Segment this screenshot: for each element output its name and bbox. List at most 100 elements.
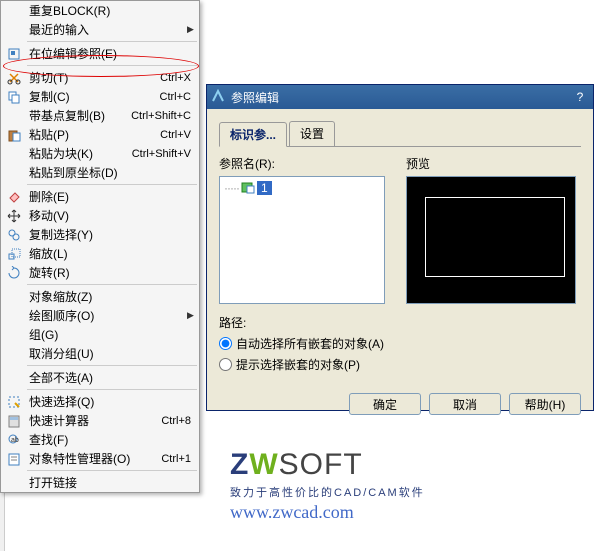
menu-label: 剪切(T): [29, 69, 160, 86]
menu-cut[interactable]: 剪切(T)Ctrl+X: [1, 68, 199, 87]
menu-label: 粘贴(P): [29, 126, 160, 143]
tab-identify-ref[interactable]: 标识参...: [219, 122, 287, 147]
radio-label: 自动选择所有嵌套的对象(A): [236, 335, 384, 352]
menu-find[interactable]: ab 查找(F): [1, 430, 199, 449]
erase-icon: [5, 189, 23, 205]
menu-shortcut: Ctrl+C: [160, 91, 191, 103]
menu-recent-input[interactable]: 最近的输入▶: [1, 20, 199, 39]
menu-shortcut: Ctrl+X: [160, 72, 191, 84]
blank-icon: [5, 346, 23, 362]
blank-icon: [5, 3, 23, 19]
menu-label: 查找(F): [29, 431, 195, 448]
paste-icon: [5, 127, 23, 143]
menu-label: 组(G): [29, 326, 195, 343]
menu-copy-selection[interactable]: 复制选择(Y): [1, 225, 199, 244]
menu-label: 快速选择(Q): [29, 393, 195, 410]
tab-label: 标识参...: [230, 128, 276, 142]
cancel-button[interactable]: 取消: [429, 393, 501, 415]
menu-label: 复制(C): [29, 88, 160, 105]
ok-button[interactable]: 确定: [349, 393, 421, 415]
menu-label: 粘贴为块(K): [29, 145, 132, 162]
logo-tagline: 致力于高性价比的CAD/CAM软件: [230, 484, 425, 500]
submenu-arrow-icon: ▶: [187, 24, 195, 35]
radio-prompt-nested[interactable]: 提示选择嵌套的对象(P): [219, 356, 581, 373]
menu-label: 对象特性管理器(O): [29, 450, 161, 467]
menu-group[interactable]: 组(G): [1, 325, 199, 344]
radio-input[interactable]: [219, 337, 232, 350]
dialog-help-button[interactable]: ?: [571, 89, 589, 105]
menu-separator: [27, 365, 197, 366]
menu-zoom-object[interactable]: 对象缩放(Z): [1, 287, 199, 306]
menu-rotate[interactable]: 旋转(R): [1, 263, 199, 282]
menu-paste-block[interactable]: 粘贴为块(K)Ctrl+Shift+V: [1, 144, 199, 163]
blank-icon: [5, 165, 23, 181]
preview-section: 预览: [406, 155, 581, 304]
logo-wordmark: ZWSOFT: [230, 448, 425, 482]
menu-label: 打开链接: [29, 474, 195, 491]
radio-label: 提示选择嵌套的对象(P): [236, 356, 360, 373]
dialog-button-row: 确定 取消 帮助(H): [207, 385, 593, 423]
radio-input[interactable]: [219, 358, 232, 371]
menu-separator: [27, 41, 197, 42]
menu-quickcalc[interactable]: 快速计算器Ctrl+8: [1, 411, 199, 430]
tree-connector-icon: ·····: [224, 181, 239, 195]
menu-label: 复制选择(Y): [29, 226, 195, 243]
blank-icon: [5, 146, 23, 162]
dialog-body: 标识参... 设置 参照名(R): ····· 1 预览: [207, 109, 593, 385]
menu-move[interactable]: 移动(V): [1, 206, 199, 225]
menu-label: 快速计算器: [29, 412, 161, 429]
menu-label: 移动(V): [29, 207, 195, 224]
blank-icon: [5, 370, 23, 386]
menu-draw-order[interactable]: 绘图顺序(O)▶: [1, 306, 199, 325]
qselect-icon: [5, 394, 23, 410]
button-label: 取消: [453, 398, 477, 412]
menu-paste[interactable]: 粘贴(P)Ctrl+V: [1, 125, 199, 144]
copy-icon: [5, 89, 23, 105]
menu-erase[interactable]: 删除(E): [1, 187, 199, 206]
svg-text:ab: ab: [11, 437, 19, 444]
scale-icon: [5, 246, 23, 262]
tree-item[interactable]: ····· 1: [224, 181, 380, 195]
menu-copy-basepoint[interactable]: 带基点复制(B)Ctrl+Shift+C: [1, 106, 199, 125]
dialog-titlebar[interactable]: 参照编辑 ?: [207, 85, 593, 109]
menu-label: 绘图顺序(O): [29, 307, 187, 324]
button-label: 确定: [373, 398, 397, 412]
path-label: 路径:: [219, 314, 581, 331]
zwsoft-logo: ZWSOFT 致力于高性价比的CAD/CAM软件 www.zwcad.com: [230, 448, 425, 523]
menu-scale[interactable]: 缩放(L): [1, 244, 199, 263]
menu-properties[interactable]: 对象特性管理器(O)Ctrl+1: [1, 449, 199, 468]
radio-auto-nested[interactable]: 自动选择所有嵌套的对象(A): [219, 335, 581, 352]
refname-tree[interactable]: ····· 1: [219, 176, 385, 304]
menu-paste-origcoord[interactable]: 粘贴到原坐标(D): [1, 163, 199, 182]
cut-icon: [5, 70, 23, 86]
blank-icon: [5, 22, 23, 38]
block-icon: [241, 182, 255, 194]
dialog-title: 参照编辑: [231, 89, 571, 106]
menu-label: 取消分组(U): [29, 345, 195, 362]
menu-label: 对象缩放(Z): [29, 288, 195, 305]
blank-icon: [5, 289, 23, 305]
menu-label: 粘贴到原坐标(D): [29, 164, 195, 181]
tab-label: 设置: [300, 127, 324, 141]
logo-url[interactable]: www.zwcad.com: [230, 502, 425, 523]
menu-repeat-block[interactable]: 重复BLOCK(R): [1, 1, 199, 20]
menu-shortcut: Ctrl+1: [161, 453, 191, 465]
tab-settings[interactable]: 设置: [289, 121, 335, 146]
preview-label: 预览: [406, 155, 581, 172]
button-label: 帮助(H): [525, 398, 566, 412]
menu-open-link[interactable]: 打开链接: [1, 473, 199, 492]
tree-item-label: 1: [257, 181, 272, 195]
menu-edit-ref-inplace[interactable]: 在位编辑参照(E): [1, 44, 199, 63]
context-menu: 重复BLOCK(R) 最近的输入▶ 在位编辑参照(E) 剪切(T)Ctrl+X …: [0, 0, 200, 493]
menu-separator: [27, 470, 197, 471]
menu-deselect-all[interactable]: 全部不选(A): [1, 368, 199, 387]
menu-shortcut: Ctrl+V: [160, 129, 191, 141]
calc-icon: [5, 413, 23, 429]
menu-shortcut: Ctrl+Shift+V: [132, 148, 191, 160]
menu-ungroup[interactable]: 取消分组(U): [1, 344, 199, 363]
menu-label: 在位编辑参照(E): [29, 45, 195, 62]
menu-quick-select[interactable]: 快速选择(Q): [1, 392, 199, 411]
menu-shortcut: Ctrl+8: [161, 415, 191, 427]
help-button[interactable]: 帮助(H): [509, 393, 581, 415]
menu-copy[interactable]: 复制(C)Ctrl+C: [1, 87, 199, 106]
